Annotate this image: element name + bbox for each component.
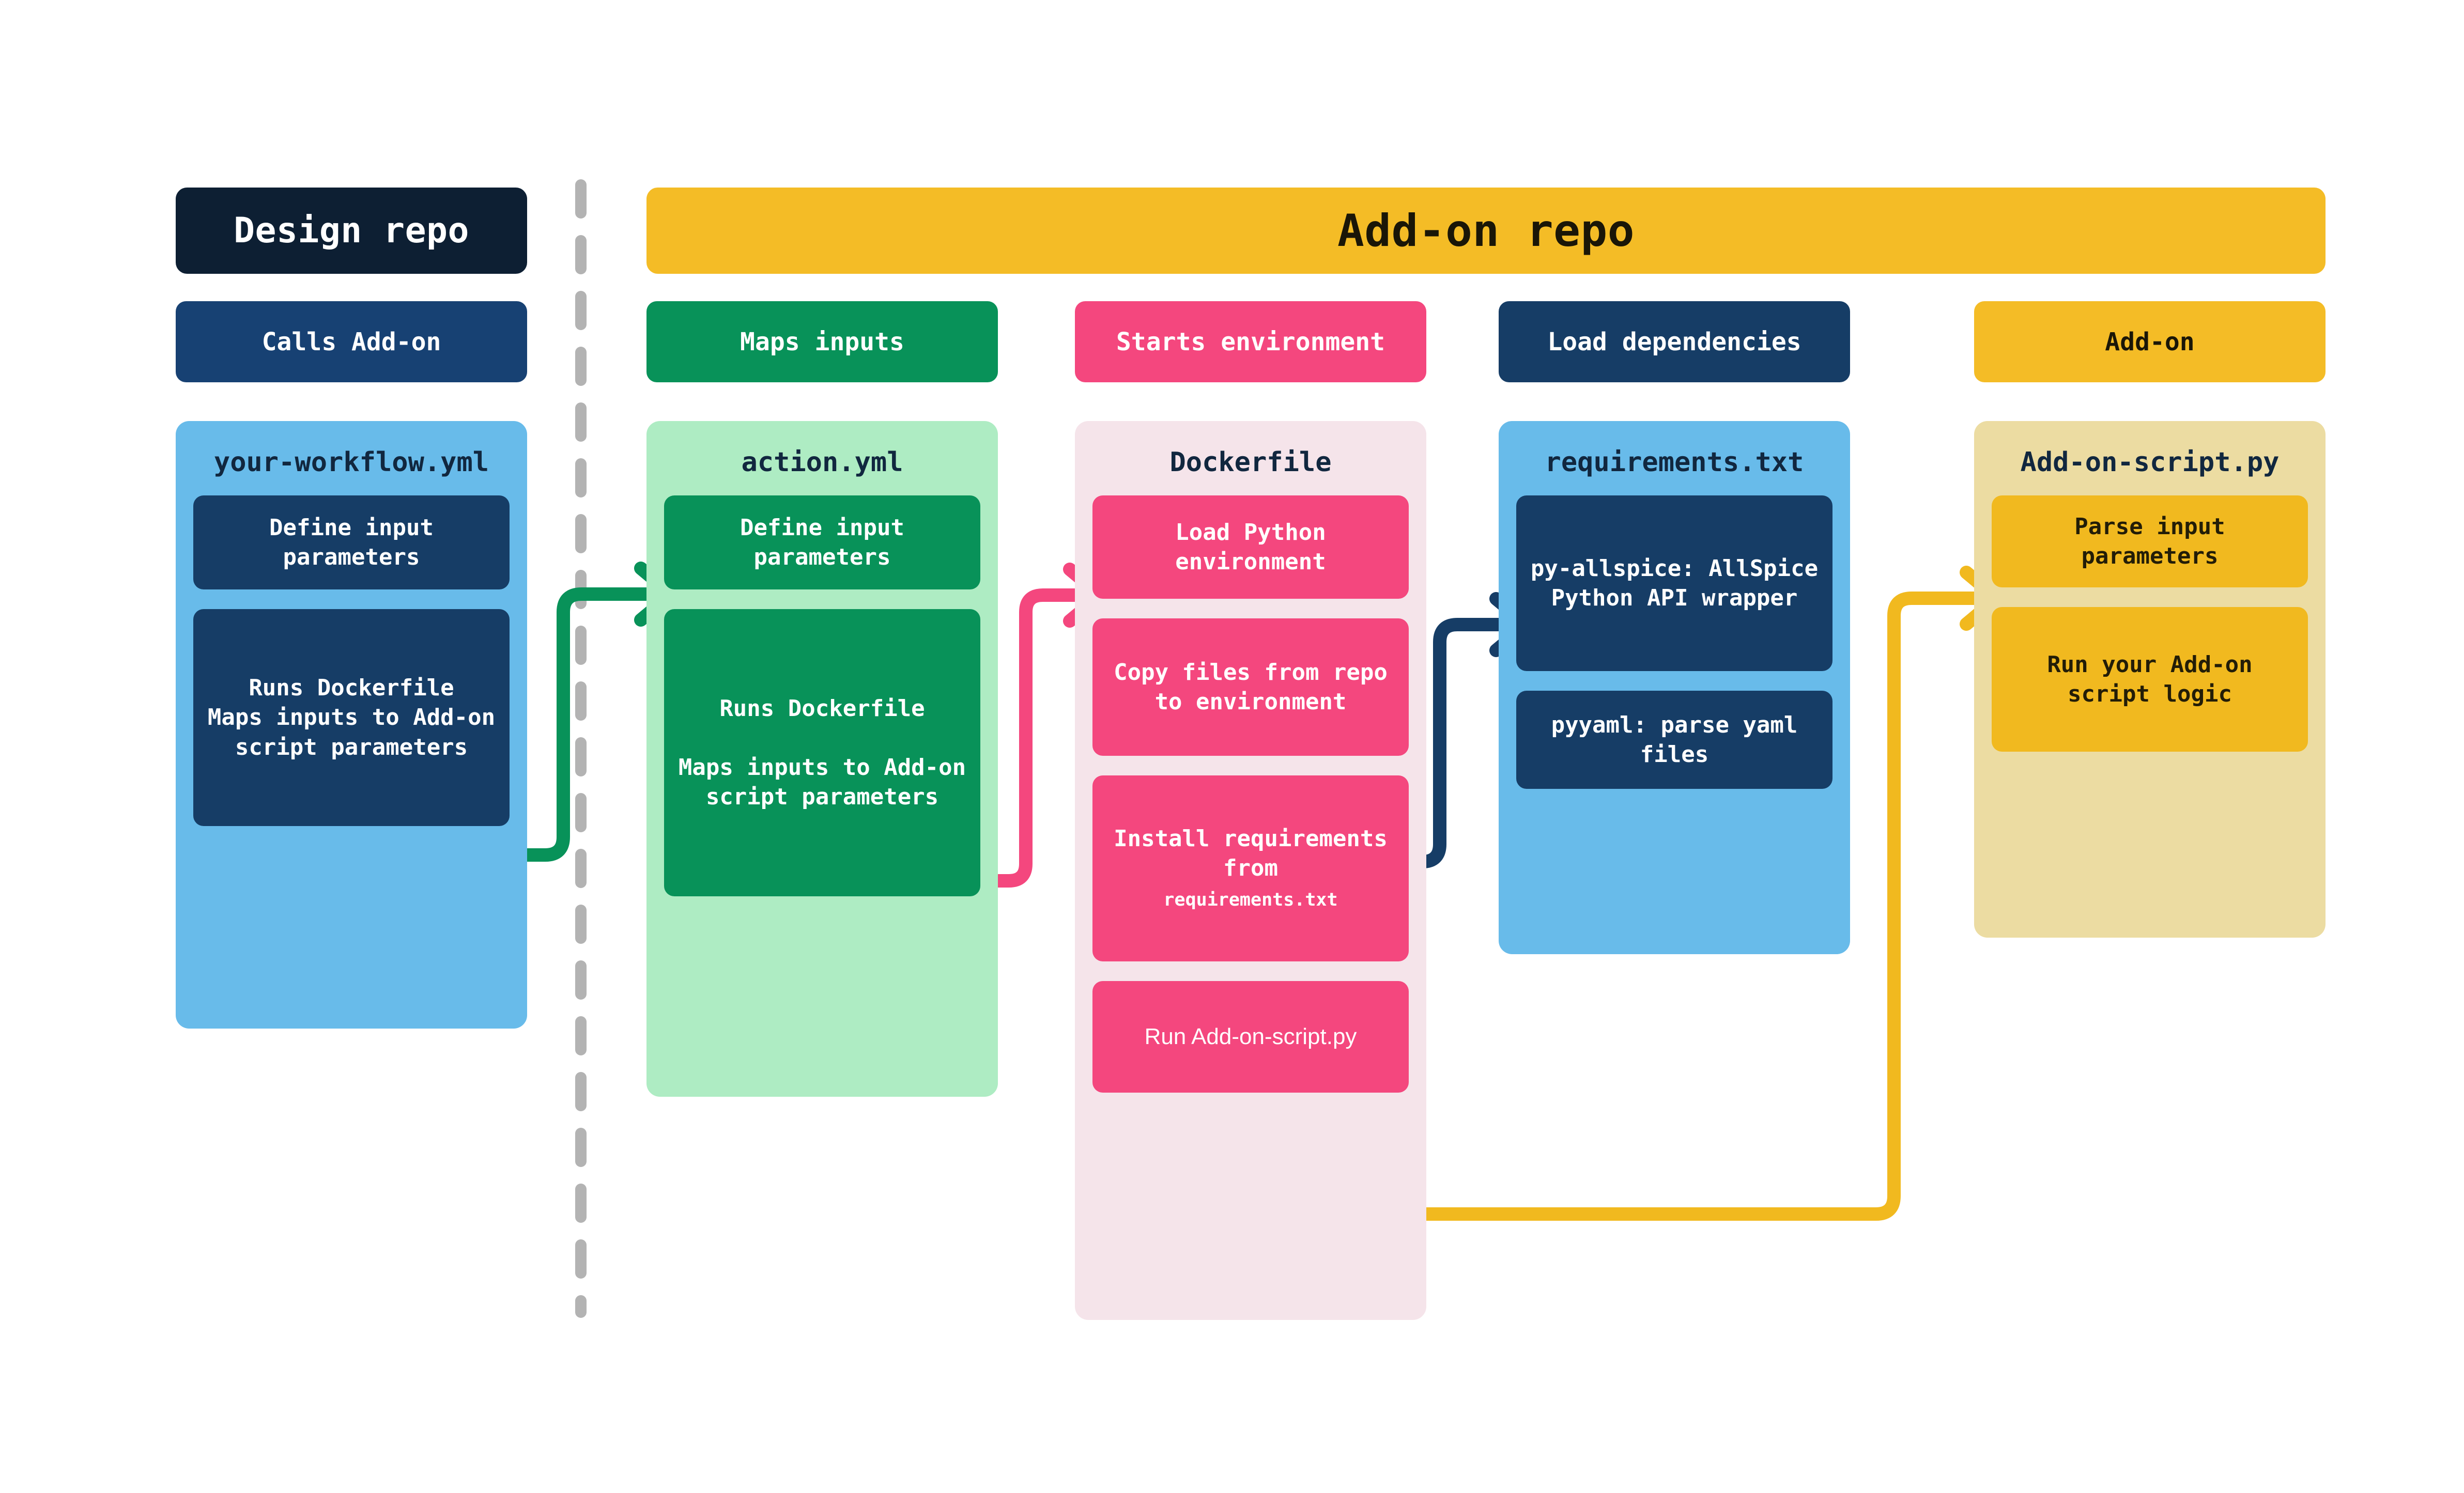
card-run-your-addon-script-logic: Run your Add-on script logic [1992,607,2308,752]
panel-action-yml: action.yml Define input parameters Runs … [646,421,998,1097]
card-install-requirements-filename: requirements.txt [1163,889,1338,910]
card-runs-dockerfile-maps-inputs-action: Runs Dockerfile Maps inputs to Add-on sc… [664,609,980,896]
card-pyyaml: pyyaml: parse yaml files [1516,691,1832,789]
card-install-requirements-main: Install requirements from [1114,826,1388,882]
panel-title-requirements-txt: requirements.txt [1545,447,1804,478]
card-install-requirements: Install requirements from requirements.t… [1092,775,1409,961]
panel-requirements-txt: requirements.txt py-allspice: AllSpice P… [1499,421,1850,954]
addon-repo-title: Add-on repo [646,188,2326,274]
card-run-addon-script-py: Run Add-on-script.py [1092,981,1409,1093]
design-repo-title: Design repo [176,188,527,274]
card-load-python-environment: Load Python environment [1092,495,1409,599]
panel-dockerfile: Dockerfile Load Python environment Copy … [1075,421,1426,1320]
sub-header-starts-environment: Starts environment [1075,301,1426,382]
panel-title-dockerfile: Dockerfile [1169,447,1332,478]
sub-header-calls-addon: Calls Add-on [176,301,527,382]
card-copy-files-from-repo: Copy files from repo to environment [1092,618,1409,756]
panel-title-action-yml: action.yml [741,447,903,478]
card-py-allspice: py-allspice: AllSpice Python API wrapper [1516,495,1832,671]
panel-addon-script-py: Add-on-script.py Parse input parameters … [1974,421,2326,938]
sub-header-add-on: Add-on [1974,301,2326,382]
card-define-input-parameters-action: Define input parameters [664,495,980,589]
panel-title-your-workflow-yml: your-workflow.yml [213,447,489,478]
card-runs-dockerfile-maps-inputs-workflow: Runs Dockerfile Maps inputs to Add-on sc… [193,609,510,826]
card-parse-input-parameters: Parse input parameters [1992,495,2308,587]
diagram-canvas: Design repo Add-on repo Calls Add-on Map… [0,0,2464,1493]
sub-header-maps-inputs: Maps inputs [646,301,998,382]
panel-title-addon-script-py: Add-on-script.py [2020,447,2280,478]
sub-header-load-dependencies: Load dependencies [1499,301,1850,382]
card-define-input-parameters-workflow: Define input parameters [193,495,510,589]
panel-your-workflow-yml: your-workflow.yml Define input parameter… [176,421,527,1029]
